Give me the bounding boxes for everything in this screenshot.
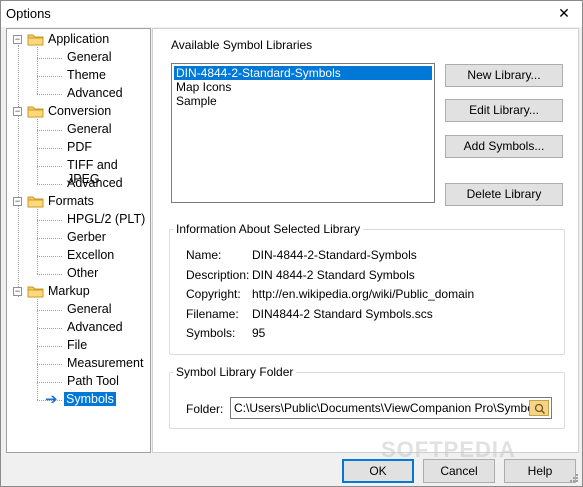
copyright-value: http://en.wikipedia.org/wiki/Public_doma… <box>252 287 475 301</box>
collapse-icon[interactable]: − <box>13 287 22 296</box>
tree-connector <box>37 76 62 77</box>
tree-item-measurement[interactable]: Measurement <box>67 356 143 370</box>
description-label: Description: <box>186 268 250 282</box>
tree-item-general[interactable]: General <box>67 122 111 136</box>
collapse-icon[interactable]: − <box>13 197 22 206</box>
tree-item-path-tool[interactable]: Path Tool <box>67 374 119 388</box>
info-heading: Information About Selected Library <box>173 222 364 236</box>
tree-item-other[interactable]: Other <box>67 266 98 280</box>
ok-button[interactable]: OK <box>342 459 414 483</box>
new-library-button[interactable]: New Library... <box>445 64 563 87</box>
symbols-count-label: Symbols: <box>186 326 236 340</box>
tree-connector <box>37 274 62 275</box>
resize-grip-icon[interactable] <box>569 473 579 483</box>
tree-group-formats[interactable]: Formats <box>48 194 94 208</box>
tree-connector <box>37 310 62 311</box>
tree-connector <box>37 364 62 365</box>
folder-path-text: C:\Users\Public\Documents\ViewCompanion … <box>234 401 543 415</box>
filename-label: Filename: <box>186 307 239 321</box>
delete-library-button[interactable]: Delete Library <box>445 183 563 206</box>
symbols-settings-panel: Available Symbol Libraries DIN-4844-2-St… <box>152 28 579 453</box>
tree-connector <box>18 45 19 297</box>
tree-connector <box>37 130 62 131</box>
tree-item-advanced[interactable]: Advanced <box>67 176 123 190</box>
collapse-icon[interactable]: − <box>13 107 22 116</box>
folder-icon <box>27 105 44 118</box>
libraries-heading: Available Symbol Libraries <box>171 38 313 52</box>
tree-connector <box>37 166 62 167</box>
tree-connector <box>37 328 62 329</box>
magnifier-icon <box>534 403 546 415</box>
tree-item-general[interactable]: General <box>67 50 111 64</box>
folder-icon <box>27 33 44 46</box>
help-button[interactable]: Help <box>504 459 576 483</box>
name-label: Name: <box>186 248 222 262</box>
tree-group-markup[interactable]: Markup <box>48 284 90 298</box>
tree-connector <box>37 47 38 94</box>
tree-connector <box>37 94 62 95</box>
window-title: Options <box>6 6 51 21</box>
list-item[interactable]: Map Icons <box>174 80 231 94</box>
tree-connector <box>37 299 38 400</box>
selection-arrow-icon: ➔ <box>45 391 58 408</box>
collapse-icon[interactable]: − <box>13 35 22 44</box>
tree-connector <box>37 148 62 149</box>
tree-connector <box>37 220 62 221</box>
close-icon[interactable]: ✕ <box>557 6 571 20</box>
tree-connector <box>37 382 62 383</box>
tree-item-advanced[interactable]: Advanced <box>67 86 123 100</box>
folder-path-field[interactable]: C:\Users\Public\Documents\ViewCompanion … <box>230 397 552 419</box>
folder-icon <box>27 285 44 298</box>
symbols-count-value: 95 <box>252 326 266 340</box>
tree-connector <box>37 256 62 257</box>
tree-item-theme[interactable]: Theme <box>67 68 106 82</box>
symbol-libraries-list[interactable]: DIN-4844-2-Standard-Symbols Map Icons Sa… <box>171 63 435 203</box>
tree-item-symbols[interactable]: Symbols <box>64 392 116 406</box>
list-item[interactable]: Sample <box>174 94 217 108</box>
tree-item-hpgl-2-plt[interactable]: HPGL/2 (PLT) <box>67 212 145 226</box>
add-symbols-button[interactable]: Add Symbols... <box>445 135 563 158</box>
title-bar: Options ✕ <box>1 1 582 27</box>
copyright-label: Copyright: <box>186 287 241 301</box>
tree-item-file[interactable]: File <box>67 338 87 352</box>
folder-label: Folder: <box>186 402 224 416</box>
folder-heading: Symbol Library Folder <box>173 365 297 379</box>
edit-library-button[interactable]: Edit Library... <box>445 99 563 122</box>
cancel-button[interactable]: Cancel <box>423 459 495 483</box>
tree-group-application[interactable]: Application <box>48 32 109 46</box>
list-item[interactable]: DIN-4844-2-Standard-Symbols <box>174 66 432 80</box>
options-tree: − Application General Theme Advanced − Convers… <box>6 28 151 453</box>
folder-icon <box>27 195 44 208</box>
tree-item-general[interactable]: General <box>67 302 111 316</box>
tree-connector <box>37 119 38 184</box>
name-value: DIN-4844-2-Standard-Symbols <box>252 248 417 262</box>
options-dialog: Options ✕ − Application General Theme Advanc… <box>0 0 583 487</box>
tree-item-excellon[interactable]: Excellon <box>67 248 114 262</box>
tree-connector <box>37 238 62 239</box>
tree-connector <box>37 184 62 185</box>
tree-item-gerber[interactable]: Gerber <box>67 230 106 244</box>
tree-connector <box>37 58 62 59</box>
tree-group-conversion[interactable]: Conversion <box>48 104 111 118</box>
tree-item-advanced[interactable]: Advanced <box>67 320 123 334</box>
browse-folder-button[interactable] <box>529 400 549 416</box>
tree-connector <box>37 209 38 274</box>
filename-value: DIN4844-2 Standard Symbols.scs <box>252 307 433 321</box>
description-value: DIN 4844-2 Standard Symbols <box>252 268 415 282</box>
tree-item-pdf[interactable]: PDF <box>67 140 92 154</box>
tree-connector <box>37 346 62 347</box>
